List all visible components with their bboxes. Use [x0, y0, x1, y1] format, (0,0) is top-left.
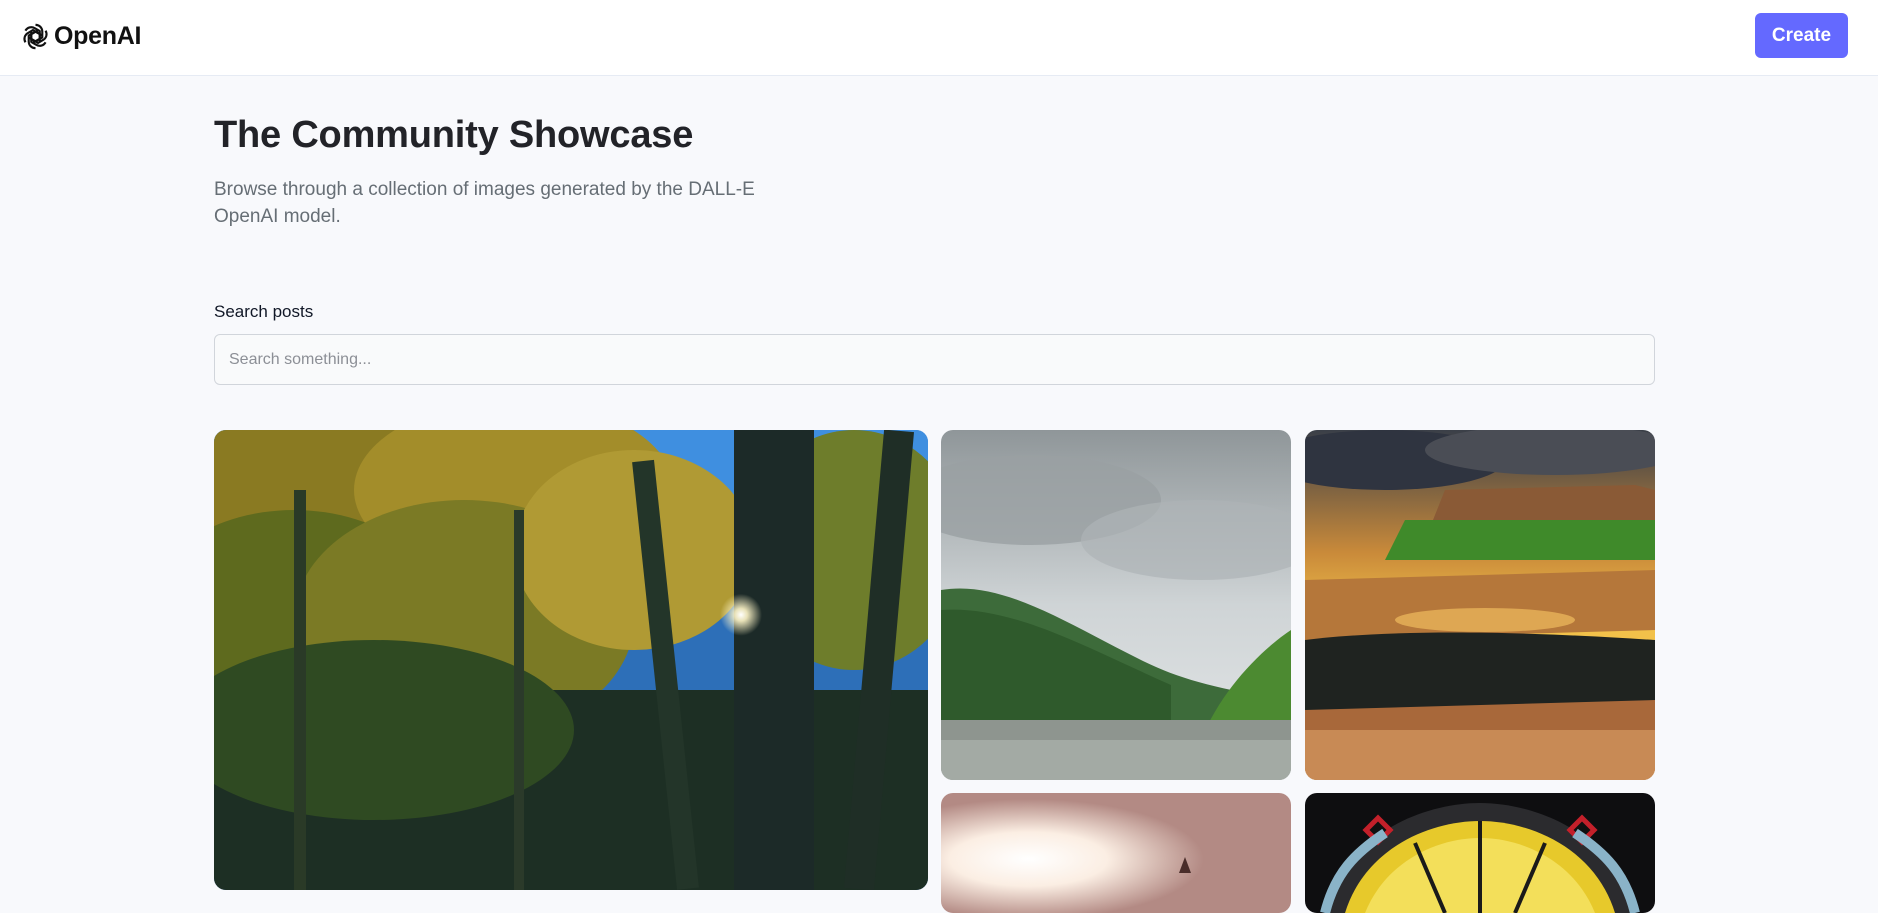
stained-glass-image [1305, 793, 1655, 913]
page-title: The Community Showcase [214, 114, 694, 156]
search-label: Search posts [214, 302, 314, 321]
gallery-card-sunlight-figure[interactable] [941, 793, 1291, 913]
gallery-card-mountain-lake[interactable] [941, 430, 1291, 780]
logo-text: OpenAI [54, 21, 142, 50]
gallery-card-forest[interactable] [214, 430, 928, 890]
create-button[interactable]: Create [1755, 13, 1848, 58]
forest-image [214, 430, 928, 890]
navbar: OpenAI Create [0, 0, 1878, 76]
gallery-card-rocky-sunset[interactable] [1305, 430, 1655, 780]
search-input[interactable] [214, 334, 1655, 385]
page-subtitle: Browse through a collection of images ge… [214, 179, 755, 227]
openai-logo-icon [23, 23, 48, 49]
rocky-sunset-image [1305, 430, 1655, 780]
gallery-card-stained-glass[interactable] [1305, 793, 1655, 913]
sunlight-figure-image [941, 793, 1291, 913]
home-logo-link[interactable]: OpenAI [20, 18, 141, 54]
mountain-lake-image [941, 430, 1291, 780]
